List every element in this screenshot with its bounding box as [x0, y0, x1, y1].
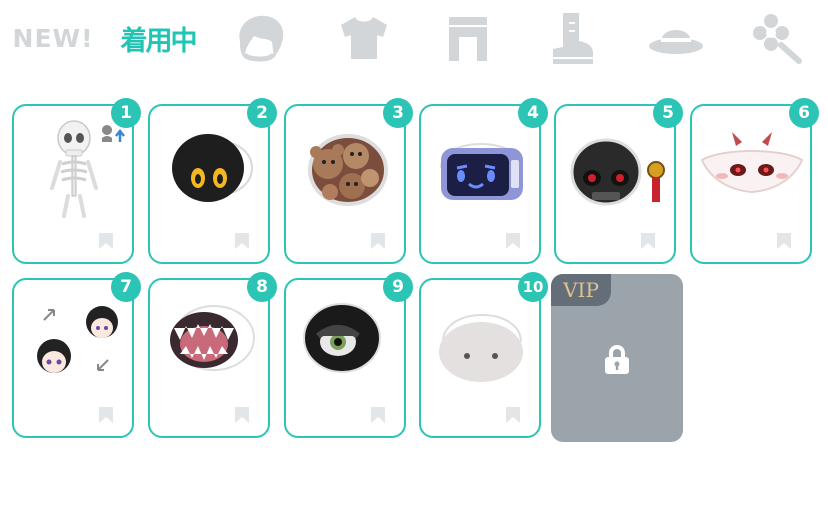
item-number-badge: 6 — [789, 98, 819, 128]
item-number-badge: 8 — [247, 272, 277, 302]
shirt-icon — [341, 17, 387, 59]
item-card-6[interactable]: 6 — [690, 98, 819, 264]
hair-icon — [239, 15, 284, 62]
bookmark-icon[interactable] — [505, 232, 521, 250]
item-card-1[interactable]: 1 — [12, 98, 141, 264]
item-card-4[interactable]: 4 — [419, 98, 548, 264]
tab-shoes[interactable] — [542, 8, 602, 68]
item-card-3[interactable]: 3 — [284, 98, 413, 264]
black-skull-head-image — [570, 138, 665, 206]
boots-icon — [553, 13, 593, 64]
tab-tops[interactable] — [332, 8, 396, 68]
tab-accessories[interactable] — [746, 8, 810, 68]
item-number-badge: 7 — [111, 272, 141, 302]
tab-new[interactable]: NEW! — [12, 8, 94, 68]
cyclops-eye-head-image — [303, 303, 381, 373]
item-number-badge: 2 — [247, 98, 277, 128]
black-hair-swap-head-image — [37, 306, 118, 373]
tab-hats[interactable] — [644, 8, 708, 68]
lock-icon — [605, 345, 629, 374]
item-number-badge: 3 — [383, 98, 413, 128]
skeleton-body-image — [50, 120, 125, 218]
accessory-icon — [753, 14, 802, 64]
item-number-badge: 5 — [653, 98, 683, 128]
bookmark-icon[interactable] — [505, 406, 521, 424]
item-card-7[interactable]: 7 — [12, 272, 141, 438]
item-number-badge: 9 — [383, 272, 413, 302]
bookmark-icon[interactable] — [370, 232, 386, 250]
pants-icon — [449, 17, 487, 61]
bookmark-icon[interactable] — [776, 232, 792, 250]
item-number-badge: 4 — [518, 98, 548, 128]
item-card-2[interactable]: 2 — [148, 98, 277, 264]
item-number-badge: 1 — [111, 98, 141, 128]
item-card-8[interactable]: 8 — [148, 272, 277, 438]
item-card-9[interactable]: 9 — [284, 272, 413, 438]
category-tab-bar: NEW! 着用中 — [0, 0, 828, 80]
bookmark-icon[interactable] — [234, 232, 250, 250]
tab-hair[interactable] — [228, 8, 292, 68]
bookmark-icon[interactable] — [234, 406, 250, 424]
item-number-badge: 10 — [518, 272, 548, 302]
bookmark-icon[interactable] — [98, 406, 114, 424]
tab-wearing-label: 着用中 — [120, 25, 198, 57]
hat-icon — [649, 30, 703, 54]
item-card-10[interactable]: 10 — [419, 272, 548, 438]
teddy-bears-head-image — [308, 134, 388, 206]
item-card-5[interactable]: 5 — [554, 98, 683, 264]
bookmark-icon[interactable] — [640, 232, 656, 250]
tab-bottoms[interactable] — [440, 8, 496, 68]
vip-label: VIP — [551, 274, 611, 306]
plain-face-head-image — [439, 314, 523, 382]
bookmark-icon[interactable] — [98, 232, 114, 250]
robot-tv-head-image — [440, 143, 523, 200]
vip-locked-slot[interactable]: VIP — [551, 274, 683, 442]
tab-wearing[interactable]: 着用中 — [118, 8, 198, 68]
white-horned-mask-image — [700, 132, 804, 194]
tab-new-label: NEW! — [12, 23, 94, 53]
monster-mouth-head-image — [170, 305, 255, 371]
black-blob-face-image — [172, 134, 253, 202]
bookmark-icon[interactable] — [370, 406, 386, 424]
